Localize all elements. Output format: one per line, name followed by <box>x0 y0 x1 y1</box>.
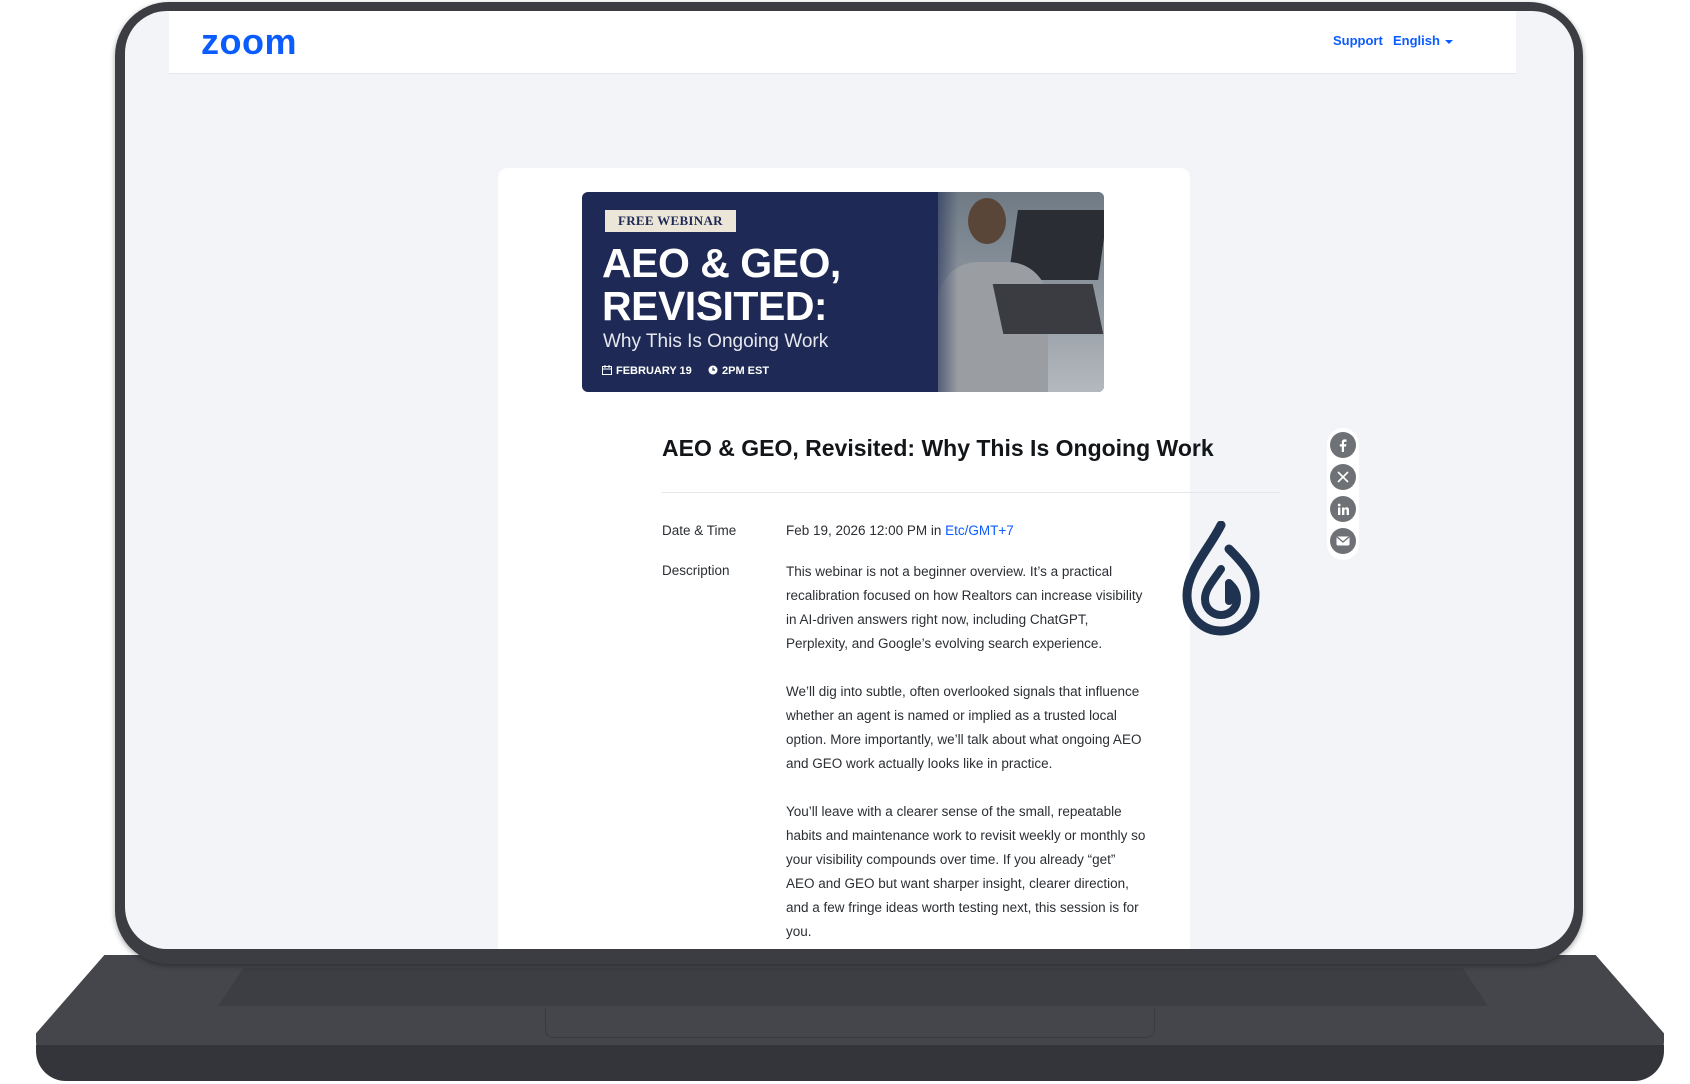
email-share-button[interactable] <box>1330 528 1356 554</box>
facebook-share-button[interactable] <box>1330 432 1356 458</box>
chevron-down-icon <box>1444 39 1453 44</box>
date-time-value: Feb 19, 2026 12:00 PM in Etc/GMT+7 <box>786 523 1014 538</box>
banner-photo <box>938 192 1104 392</box>
linkedin-icon <box>1337 503 1349 515</box>
description-paragraph: This webinar is not a beginner overview.… <box>786 564 1143 651</box>
timezone-link[interactable]: Etc/GMT+7 <box>945 523 1014 538</box>
event-description: This webinar is not a beginner overview.… <box>786 560 1146 949</box>
share-sidebar <box>1327 428 1359 560</box>
banner-date: FEBRUARY 19 <box>602 365 692 377</box>
free-webinar-badge: FREE WEBINAR <box>605 210 736 232</box>
x-icon <box>1337 471 1349 483</box>
laptop-screen: zoom Support English FREE WEBINAR AEO & … <box>125 11 1574 949</box>
webinar-banner: FREE WEBINAR AEO & GEO, REVISITED: Why T… <box>582 192 1104 392</box>
banner-time: 2PM EST <box>708 365 769 377</box>
banner-title-line1: AEO & GEO, <box>602 240 841 286</box>
description-paragraph: You’ll leave with a clearer sense of the… <box>786 804 1146 939</box>
calendar-icon <box>602 365 612 375</box>
laptop-trackpad <box>545 1008 1155 1038</box>
top-nav-bar: zoom Support English <box>169 11 1516 74</box>
language-selector[interactable]: English <box>1393 33 1453 48</box>
zoom-logo[interactable]: zoom <box>201 21 297 63</box>
linkedin-share-button[interactable] <box>1330 496 1356 522</box>
laptop-keyboard <box>218 968 1488 1006</box>
date-time-label: Date & Time <box>662 523 737 538</box>
support-link[interactable]: Support <box>1333 33 1383 48</box>
language-label: English <box>1393 33 1440 48</box>
description-paragraph: We’ll dig into subtle, often overlooked … <box>786 684 1142 771</box>
event-title: AEO & GEO, Revisited: Why This Is Ongoin… <box>662 435 1214 461</box>
x-share-button[interactable] <box>1330 464 1356 490</box>
divider <box>662 492 1280 493</box>
banner-title-line2: REVISITED: <box>602 283 828 329</box>
banner-subtitle: Why This Is Ongoing Work <box>603 331 829 352</box>
clock-icon <box>708 365 718 375</box>
description-label: Description <box>662 563 730 578</box>
email-icon <box>1336 536 1350 546</box>
laptop-base-front <box>36 1045 1664 1081</box>
organizer-logo <box>1182 521 1260 636</box>
facebook-icon <box>1339 439 1347 452</box>
